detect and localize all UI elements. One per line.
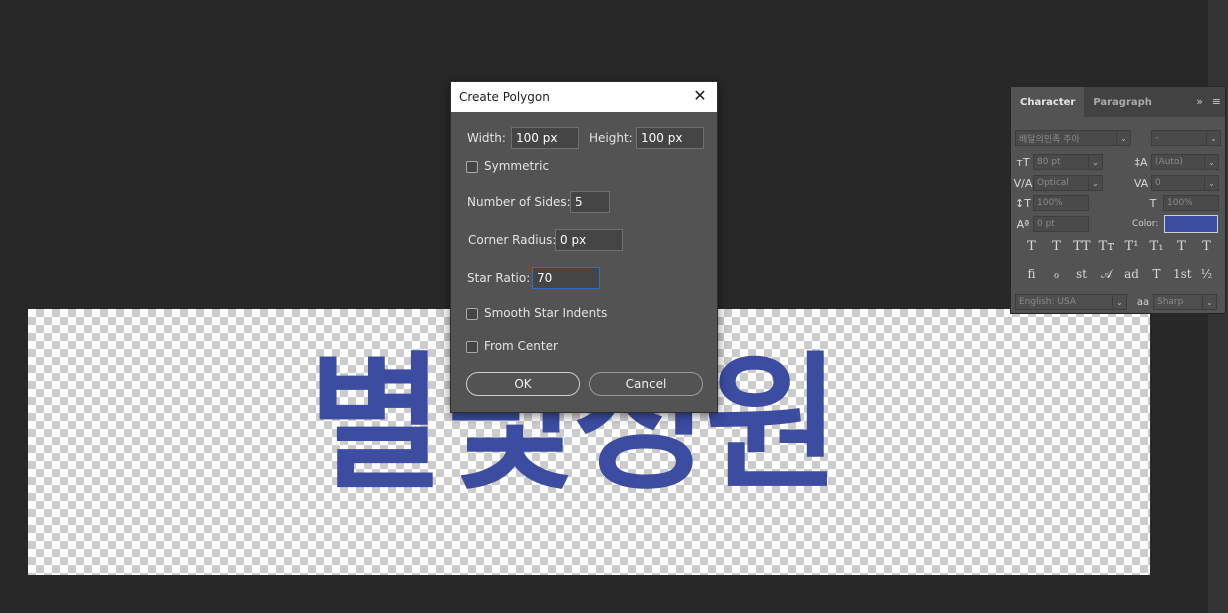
- font-size-icon: ᴛT: [1016, 155, 1030, 169]
- corner-radius-label: Corner Radius:: [468, 233, 557, 247]
- type-style-button[interactable]: TT: [1073, 239, 1091, 254]
- font-style-select[interactable]: - ⌄: [1151, 130, 1221, 146]
- tab-paragraph[interactable]: Paragraph: [1084, 87, 1161, 117]
- close-icon[interactable]: ✕: [691, 87, 709, 105]
- star-ratio-label: Star Ratio:: [467, 271, 531, 285]
- leading-select[interactable]: (Auto) ⌄: [1151, 154, 1219, 170]
- character-panel-tabs: Character Paragraph » ≡: [1011, 87, 1225, 117]
- horizontal-scale-input[interactable]: 100%: [1163, 195, 1219, 211]
- font-family-select[interactable]: 배달의민족 주아 ⌄: [1015, 130, 1131, 146]
- tab-character[interactable]: Character: [1011, 87, 1085, 117]
- chevron-down-icon: ⌄: [1204, 176, 1218, 190]
- baseline-shift-value: 0 pt: [1037, 219, 1055, 229]
- opentype-button[interactable]: ℴ: [1048, 267, 1065, 282]
- antialias-value: Sharp: [1157, 297, 1184, 307]
- type-style-buttons: T T TT Tт T¹ T₁ T T: [1023, 239, 1215, 254]
- vertical-scale-value: 100%: [1037, 198, 1063, 208]
- width-label: Width:: [467, 131, 506, 145]
- vertical-scale-icon: ↕T: [1015, 196, 1031, 210]
- opentype-button[interactable]: ﬁ: [1023, 267, 1040, 282]
- opentype-button[interactable]: 𝒜: [1098, 267, 1115, 282]
- type-style-button[interactable]: T¹: [1123, 239, 1140, 254]
- tracking-value: 0: [1155, 178, 1161, 188]
- opentype-button[interactable]: ½: [1198, 267, 1215, 282]
- type-style-button[interactable]: T: [1198, 239, 1215, 254]
- create-polygon-dialog: Create Polygon ✕ Width: Height: Symmetri…: [450, 81, 718, 413]
- opentype-button[interactable]: ad: [1123, 267, 1140, 282]
- chevron-down-icon: ⌄: [1088, 176, 1102, 190]
- chevron-down-icon: ⌄: [1206, 131, 1220, 145]
- type-style-button[interactable]: Tт: [1098, 239, 1115, 254]
- chevron-down-icon: ⌄: [1116, 131, 1130, 145]
- horizontal-scale-icon: T: [1149, 196, 1157, 210]
- width-input[interactable]: [511, 127, 579, 149]
- collapse-icon[interactable]: »: [1196, 95, 1203, 108]
- height-label: Height:: [589, 131, 633, 145]
- panel-menu-icon[interactable]: ≡: [1212, 95, 1221, 108]
- font-family-value: 배달의민족 주아: [1019, 134, 1080, 145]
- color-label: Color:: [1132, 219, 1159, 229]
- type-style-button[interactable]: T₁: [1148, 239, 1165, 254]
- kerning-select[interactable]: Optical ⌄: [1033, 175, 1103, 191]
- corner-radius-input[interactable]: [555, 229, 623, 251]
- baseline-shift-input[interactable]: 0 pt: [1033, 216, 1089, 232]
- font-style-value: -: [1155, 133, 1159, 143]
- vertical-scale-input[interactable]: 100%: [1033, 195, 1089, 211]
- star-ratio-input[interactable]: [532, 267, 600, 289]
- opentype-buttons: ﬁ ℴ st 𝒜ad T 1st ½: [1023, 267, 1215, 282]
- type-style-button[interactable]: T: [1048, 239, 1065, 254]
- chevron-down-icon: ⌄: [1202, 295, 1216, 309]
- tracking-icon: VA: [1133, 176, 1149, 190]
- font-size-value: 80 pt: [1037, 157, 1061, 167]
- type-style-button[interactable]: T: [1023, 239, 1040, 254]
- dialog-titlebar[interactable]: Create Polygon ✕: [451, 82, 717, 112]
- character-panel: Character Paragraph » ≡ 배달의민족 주아 ⌄ - ⌄ ᴛ…: [1010, 86, 1226, 314]
- opentype-button[interactable]: 1st: [1173, 267, 1192, 282]
- chevron-down-icon: ⌄: [1204, 155, 1218, 169]
- smooth-star-indents-label: Smooth Star Indents: [484, 306, 608, 320]
- chevron-down-icon: ⌄: [1112, 295, 1126, 309]
- language-value: English: USA: [1019, 297, 1077, 307]
- type-style-button[interactable]: T: [1173, 239, 1190, 254]
- sides-input[interactable]: [570, 191, 610, 213]
- cancel-button[interactable]: Cancel: [589, 372, 703, 396]
- opentype-button[interactable]: st: [1073, 267, 1090, 282]
- font-size-select[interactable]: 80 pt ⌄: [1033, 154, 1103, 170]
- kerning-icon: V/A: [1013, 176, 1033, 190]
- sides-label: Number of Sides:: [467, 195, 571, 209]
- symmetric-label: Symmetric: [484, 159, 550, 173]
- dialog-title: Create Polygon: [459, 90, 550, 104]
- opentype-button[interactable]: T: [1148, 267, 1165, 282]
- from-center-label: From Center: [484, 339, 558, 353]
- language-select[interactable]: English: USA ⌄: [1015, 294, 1127, 310]
- tracking-select[interactable]: 0 ⌄: [1151, 175, 1219, 191]
- antialias-icon: aa: [1136, 296, 1150, 308]
- from-center-checkbox[interactable]: [466, 341, 478, 353]
- chevron-down-icon: ⌄: [1088, 155, 1102, 169]
- ok-button[interactable]: OK: [466, 372, 580, 396]
- kerning-value: Optical: [1037, 178, 1069, 188]
- symmetric-checkbox[interactable]: [466, 161, 478, 173]
- color-swatch[interactable]: [1164, 215, 1219, 233]
- height-input[interactable]: [636, 127, 704, 149]
- baseline-shift-icon: Aª: [1016, 217, 1030, 231]
- smooth-star-indents-checkbox[interactable]: [466, 308, 478, 320]
- leading-icon: ‡A: [1134, 155, 1148, 169]
- antialias-select[interactable]: Sharp ⌄: [1153, 294, 1217, 310]
- leading-value: (Auto): [1155, 157, 1183, 167]
- horizontal-scale-value: 100%: [1167, 198, 1193, 208]
